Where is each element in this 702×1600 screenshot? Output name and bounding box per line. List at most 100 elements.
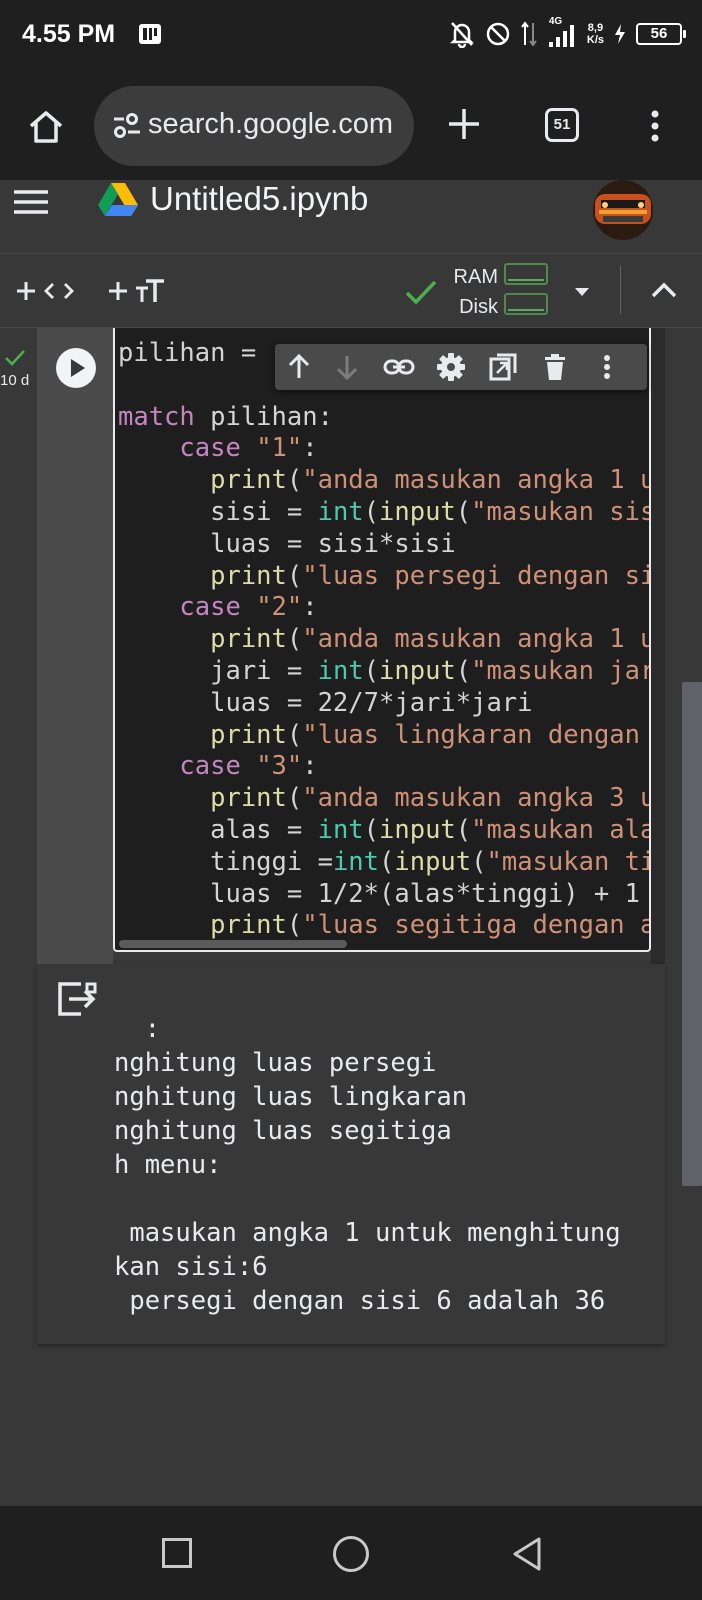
back-icon[interactable] [511,1536,543,1572]
code-token: "anda masukan angka 1 u [302,624,651,655]
code-icon [44,283,74,299]
code-editor[interactable]: pilihan = match pilihan: case "1": print… [113,328,651,952]
more-options-icon[interactable] [640,106,670,146]
move-cell-down-button[interactable] [331,351,363,383]
connected-check-icon[interactable] [404,276,438,308]
tab-switcher-button[interactable]: 51 [545,108,579,142]
battery-indicator: 56 [636,23,686,45]
output-line: persegi dengan sisi 6 adalah 36 [114,1286,606,1316]
text-format-icon [136,279,164,302]
mirror-cell-button[interactable] [487,351,519,383]
code-line[interactable]: luas = sisi*sisi [118,529,649,561]
trash-icon [545,354,565,380]
code-token: ( [363,496,380,527]
url-text[interactable]: search.google.com [148,108,393,141]
charging-icon [615,24,625,44]
more-vert-icon [604,355,610,379]
code-line[interactable]: print("anda masukan angka 3 u [118,783,651,815]
cell-toolbar [275,344,647,390]
execution-success-icon [5,350,25,366]
code-lines[interactable]: pilihan = match pilihan: case "1": print… [118,338,651,942]
add-code-cell-button[interactable] [14,274,80,308]
cell-gutter [37,328,113,964]
execution-time: 10 d [0,372,30,389]
code-token: print [210,465,287,496]
address-bar[interactable]: search.google.com [94,86,414,166]
resource-labels[interactable]: RAM Disk [450,262,498,322]
code-line[interactable]: tinggi =int(input("masukan ti [118,846,651,879]
code-line[interactable]: print("anda masukan angka 1 u [118,465,651,497]
user-avatar[interactable] [591,180,655,240]
code-line[interactable]: print("luas lingkaran dengan [118,720,649,752]
code-token: case [179,433,241,464]
code-line[interactable]: print("anda masukan angka 1 u [118,624,651,656]
move-cell-up-button[interactable] [283,351,315,383]
output-actions-icon[interactable] [57,981,97,1017]
code-token: print [210,560,287,591]
site-settings-icon[interactable] [112,112,142,140]
code-line[interactable]: case "3": [118,751,649,783]
status-bar: 4.55 PM 4G 8,9 K/s 56 [0,0,702,72]
code-line[interactable]: jari = int(input("masukan jar [118,655,649,688]
page-scrollbar[interactable] [682,682,702,1186]
copy-cell-link-button[interactable] [383,351,415,383]
code-token: "masukan ti [486,846,651,877]
hamburger-menu-icon[interactable] [12,184,50,220]
add-text-cell-button[interactable] [106,274,170,308]
notebook-title[interactable]: Untitled5.ipynb [150,180,368,218]
code-token: ( [286,783,303,814]
output-line: masukan angka 1 untuk menghitung [114,1218,621,1248]
run-cell-button[interactable] [56,348,96,388]
code-line[interactable]: luas = 22/7*jari*jari [118,688,649,720]
code-token: "anda masukan angka 1 u [302,465,651,496]
code-token: "3" [256,751,303,782]
plus-icon [17,282,35,300]
code-token: "anda masukan angka 3 u [302,783,651,814]
code-line[interactable]: case "1": [118,433,649,465]
recents-button[interactable] [162,1538,192,1568]
gear-icon [437,353,465,381]
open-in-tab-icon [489,353,517,381]
code-line[interactable]: match pilihan: [118,402,649,434]
ram-label: RAM [453,266,498,288]
code-token: "masukan sis [471,496,651,527]
more-cell-actions-button[interactable] [591,351,623,383]
do-not-disturb-icon [486,22,510,46]
colab-header: Untitled5.ipynb [0,180,702,254]
delete-cell-button[interactable] [539,351,571,383]
output-line: : [114,1014,161,1044]
code-line[interactable]: print("luas segitiga dengan a [118,910,649,942]
code-line[interactable]: print("luas persegi dengan si [118,560,649,593]
resource-meters[interactable] [504,263,548,323]
code-line[interactable]: alas = int(input("masukan ala [118,814,649,847]
plus-icon [109,282,127,300]
net-speed-unit: K/s [586,34,604,46]
notifications-off-icon [449,22,474,48]
home-icon[interactable] [26,107,66,147]
code-line[interactable]: case "2": [118,592,649,624]
chevron-up-icon[interactable] [648,276,680,306]
new-tab-icon[interactable] [444,104,484,144]
play-icon [71,359,85,377]
runtime-dropdown-icon[interactable] [572,282,592,302]
app-notification-icon [139,24,161,44]
code-token: alas = [118,814,318,845]
system-nav-bar [0,1506,702,1600]
code-token: input [379,655,456,686]
code-token: : [302,751,318,782]
code-horizontal-scrollbar[interactable] [119,940,347,948]
code-line[interactable]: sisi = int(input("masukan sis [118,496,651,529]
code-token: ( [471,846,487,877]
cell-output: : nghitung luas persegi nghitung luas ling… [37,964,665,1344]
code-token: tinggi = [118,846,333,877]
code-line[interactable]: luas = 1/2*(alas*tinggi) + 1 [118,879,649,911]
home-button[interactable] [333,1536,369,1572]
cell-settings-button[interactable] [435,351,467,383]
code-token: ( [363,655,380,686]
code-token: jari = [118,655,318,686]
code-token: print [210,910,287,941]
arrow-up-icon [288,353,310,378]
